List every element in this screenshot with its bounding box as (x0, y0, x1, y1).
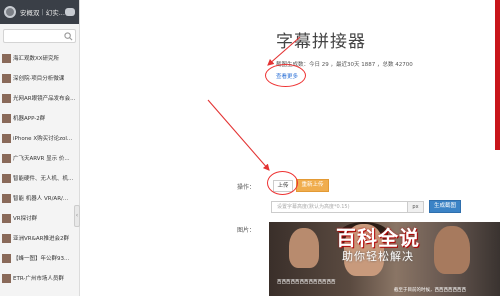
arrow-to-upload (207, 99, 270, 171)
watermark-subtitle: 助你轻松解决 (342, 250, 414, 263)
screenshot-root: 安概双 | 幻实... 海汇观数XX研究所 深创院·项目分析微课 光网AR眼镜产… (0, 0, 500, 296)
arrow-to-view-more (267, 36, 301, 66)
watermark-title: 百科全说 (336, 226, 420, 250)
annotation-arrows (207, 36, 301, 171)
